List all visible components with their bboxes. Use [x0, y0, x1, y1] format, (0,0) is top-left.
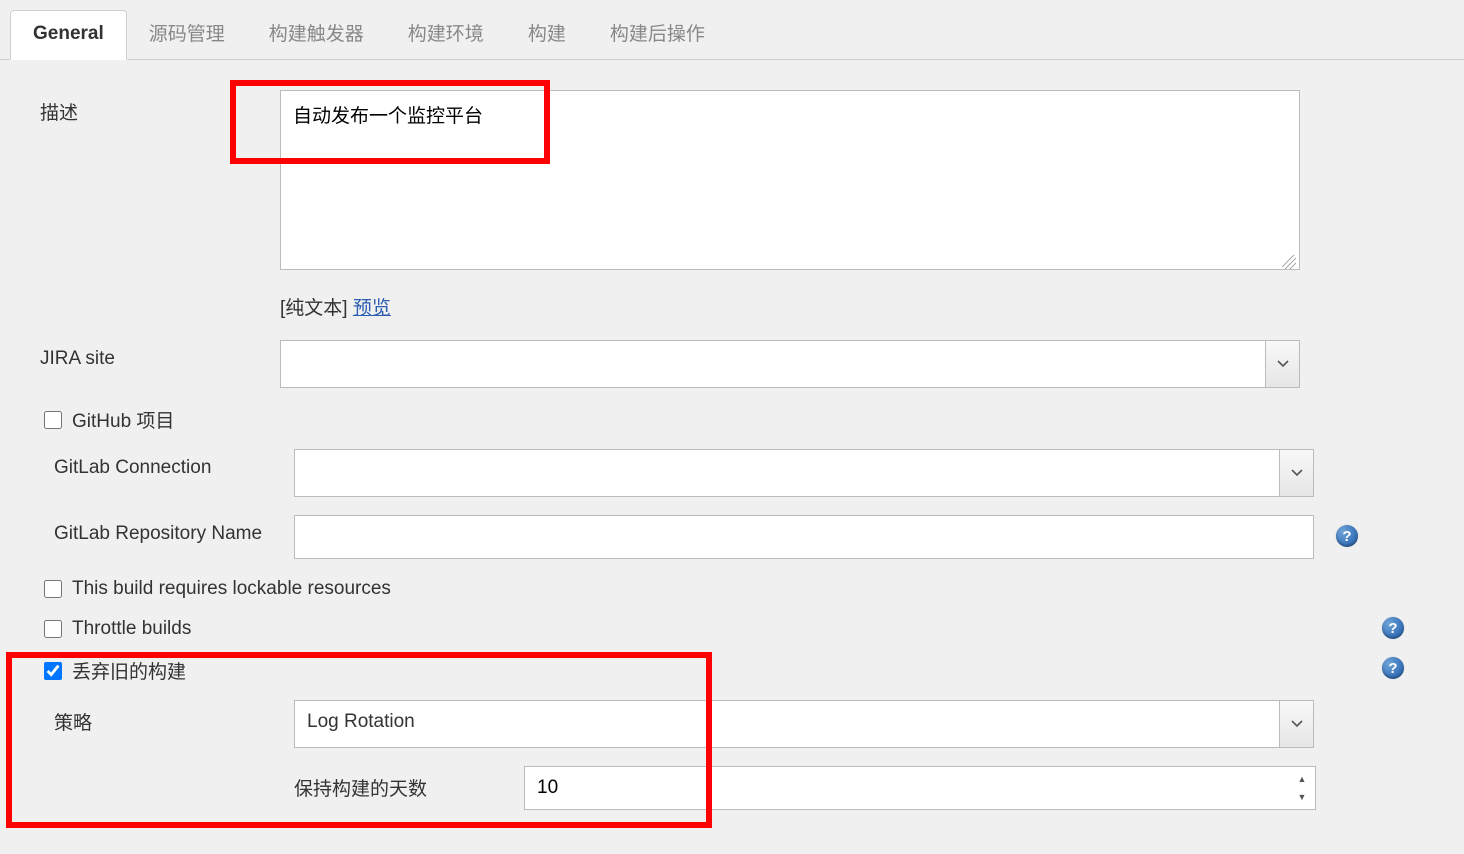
- discard-old-builds-label: 丢弃旧的构建: [72, 657, 186, 684]
- gitlab-repo-label: GitLab Repository Name: [54, 515, 294, 545]
- strategy-value: Log Rotation: [295, 701, 1279, 747]
- lockable-resources-checkbox[interactable]: [44, 580, 62, 598]
- discard-old-builds-checkbox[interactable]: [44, 662, 62, 680]
- tab-build[interactable]: 构建: [506, 7, 588, 60]
- dropdown-arrow-icon: [1265, 341, 1299, 387]
- help-icon[interactable]: ?: [1382, 617, 1404, 639]
- github-project-label: GitHub 项目: [72, 406, 174, 433]
- strategy-select[interactable]: Log Rotation: [294, 700, 1314, 748]
- gitlab-connection-label: GitLab Connection: [54, 449, 294, 479]
- dropdown-arrow-icon: [1279, 450, 1313, 496]
- strategy-label: 策略: [54, 700, 294, 735]
- description-hint: [纯文本] 预览: [280, 293, 1424, 320]
- tab-general[interactable]: General: [10, 10, 127, 60]
- throttle-builds-label: Throttle builds: [72, 618, 191, 640]
- jira-site-label: JIRA site: [40, 340, 280, 370]
- spinner-down-icon[interactable]: ▼: [1292, 788, 1312, 806]
- help-icon[interactable]: ?: [1336, 525, 1358, 547]
- throttle-builds-checkbox[interactable]: [44, 620, 62, 638]
- hint-plaintext: [纯文本]: [280, 298, 353, 319]
- lockable-resources-label: This build requires lockable resources: [72, 578, 391, 600]
- description-textarea[interactable]: [280, 90, 1300, 270]
- preview-link[interactable]: 预览: [353, 298, 391, 319]
- number-spinner[interactable]: ▲ ▼: [1292, 770, 1312, 806]
- help-icon[interactable]: ?: [1382, 657, 1404, 679]
- description-label: 描述: [40, 90, 280, 125]
- days-to-keep-label: 保持构建的天数: [294, 766, 524, 801]
- tab-env[interactable]: 构建环境: [386, 7, 506, 60]
- gitlab-connection-value: [295, 450, 1279, 496]
- jira-site-value: [281, 341, 1265, 387]
- gitlab-connection-select[interactable]: [294, 449, 1314, 497]
- tab-postbuild[interactable]: 构建后操作: [588, 7, 727, 60]
- dropdown-arrow-icon: [1279, 701, 1313, 747]
- tab-scm[interactable]: 源码管理: [127, 7, 247, 60]
- spinner-up-icon[interactable]: ▲: [1292, 770, 1312, 788]
- jira-site-select[interactable]: [280, 340, 1300, 388]
- days-to-keep-input[interactable]: [524, 766, 1316, 810]
- gitlab-repo-input[interactable]: [294, 515, 1314, 559]
- tab-triggers[interactable]: 构建触发器: [247, 7, 386, 60]
- github-project-checkbox[interactable]: [44, 411, 62, 429]
- config-tabs: General 源码管理 构建触发器 构建环境 构建 构建后操作: [0, 0, 1464, 60]
